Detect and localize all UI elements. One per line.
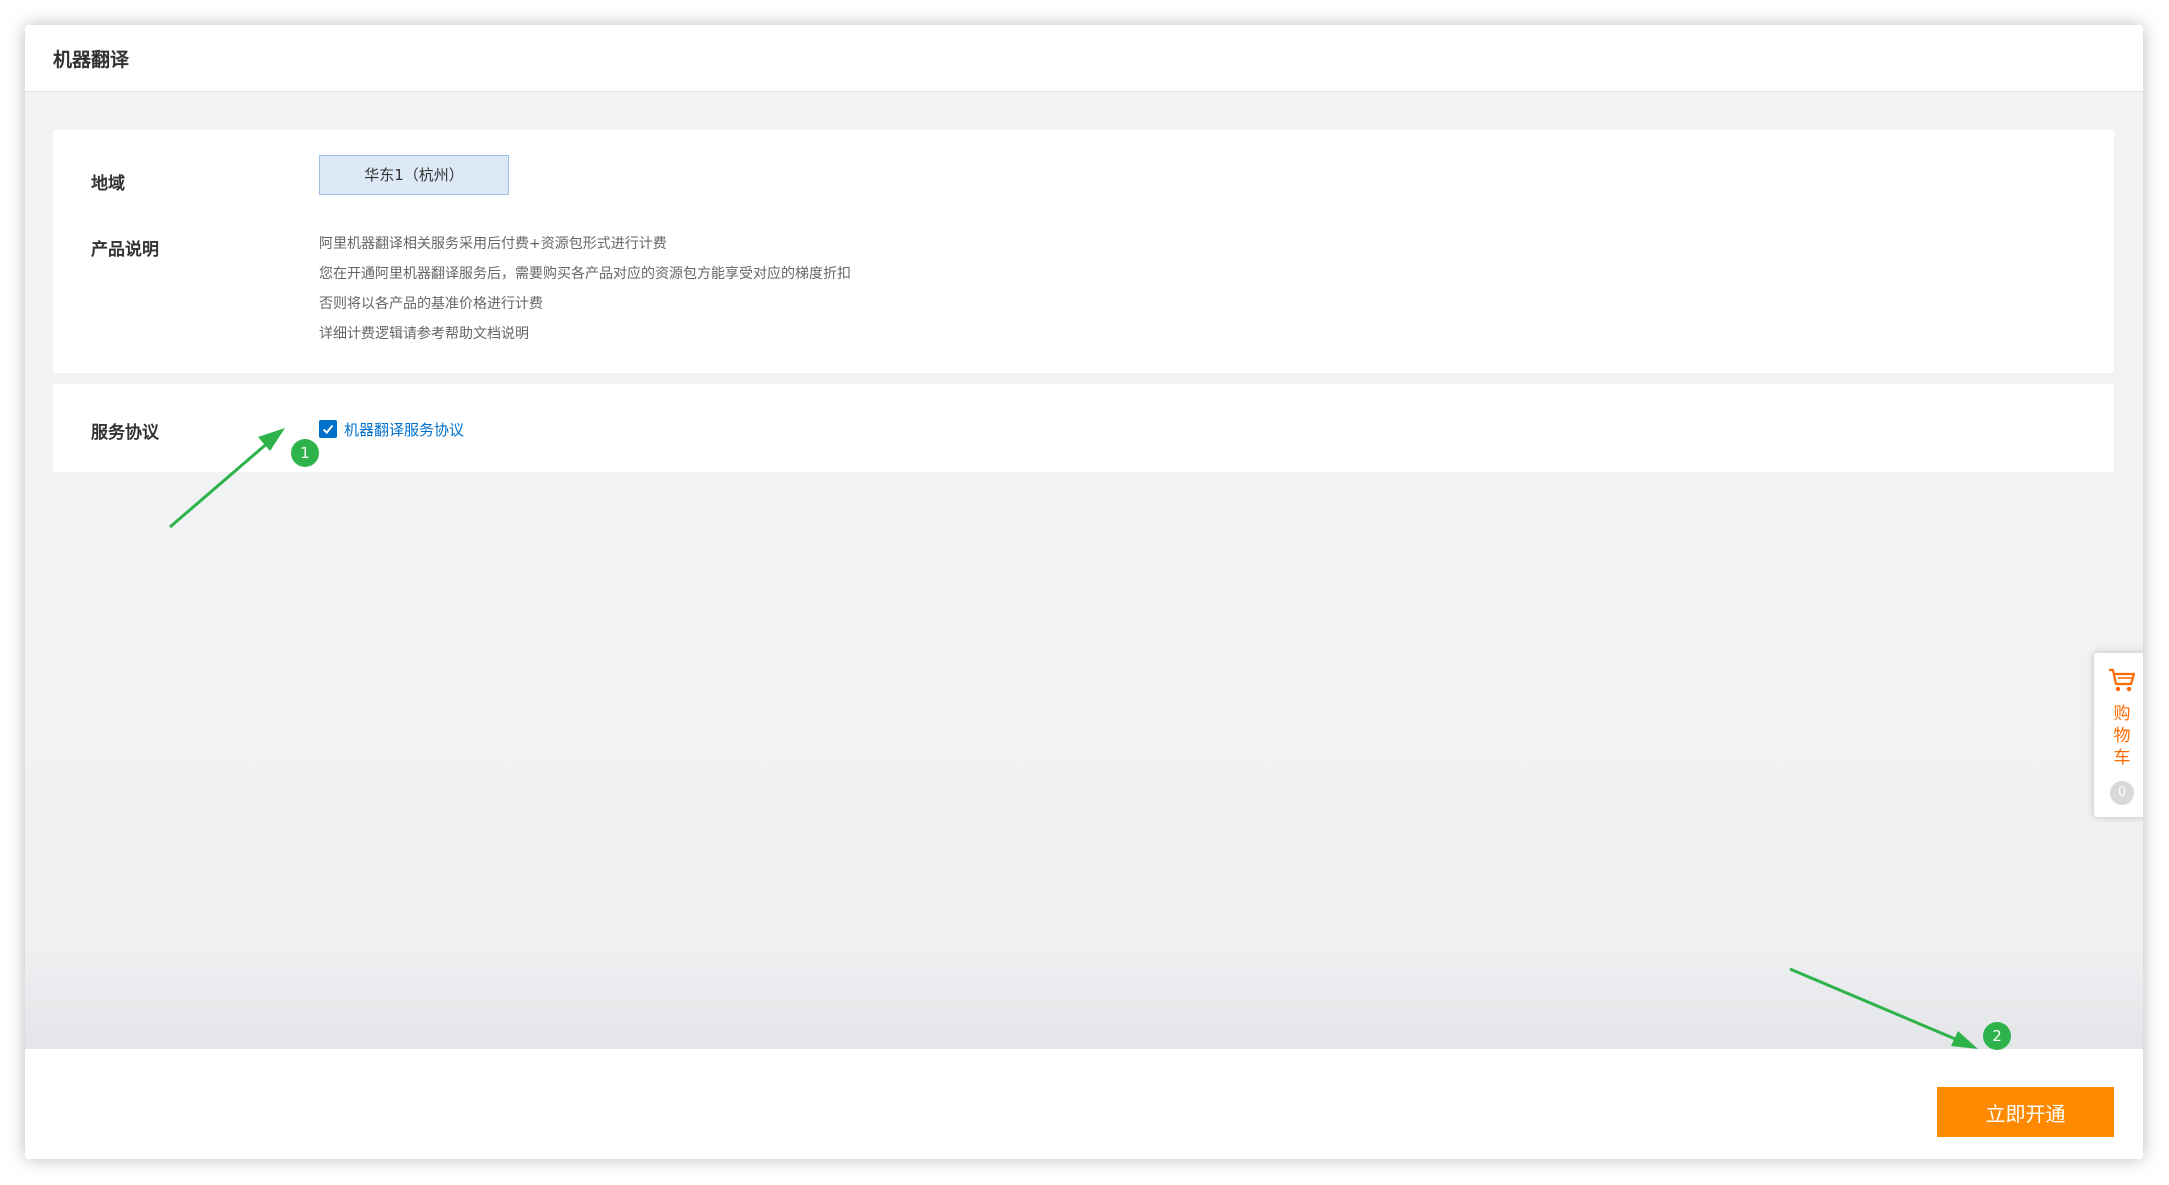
arrow-to-activate-button xyxy=(1789,967,1978,1049)
step-marker-2: 2 xyxy=(1983,1022,2011,1050)
step-marker-1: 1 xyxy=(291,439,319,467)
arrow-to-checkbox xyxy=(169,428,285,529)
annotation-arrows xyxy=(169,428,1978,1049)
